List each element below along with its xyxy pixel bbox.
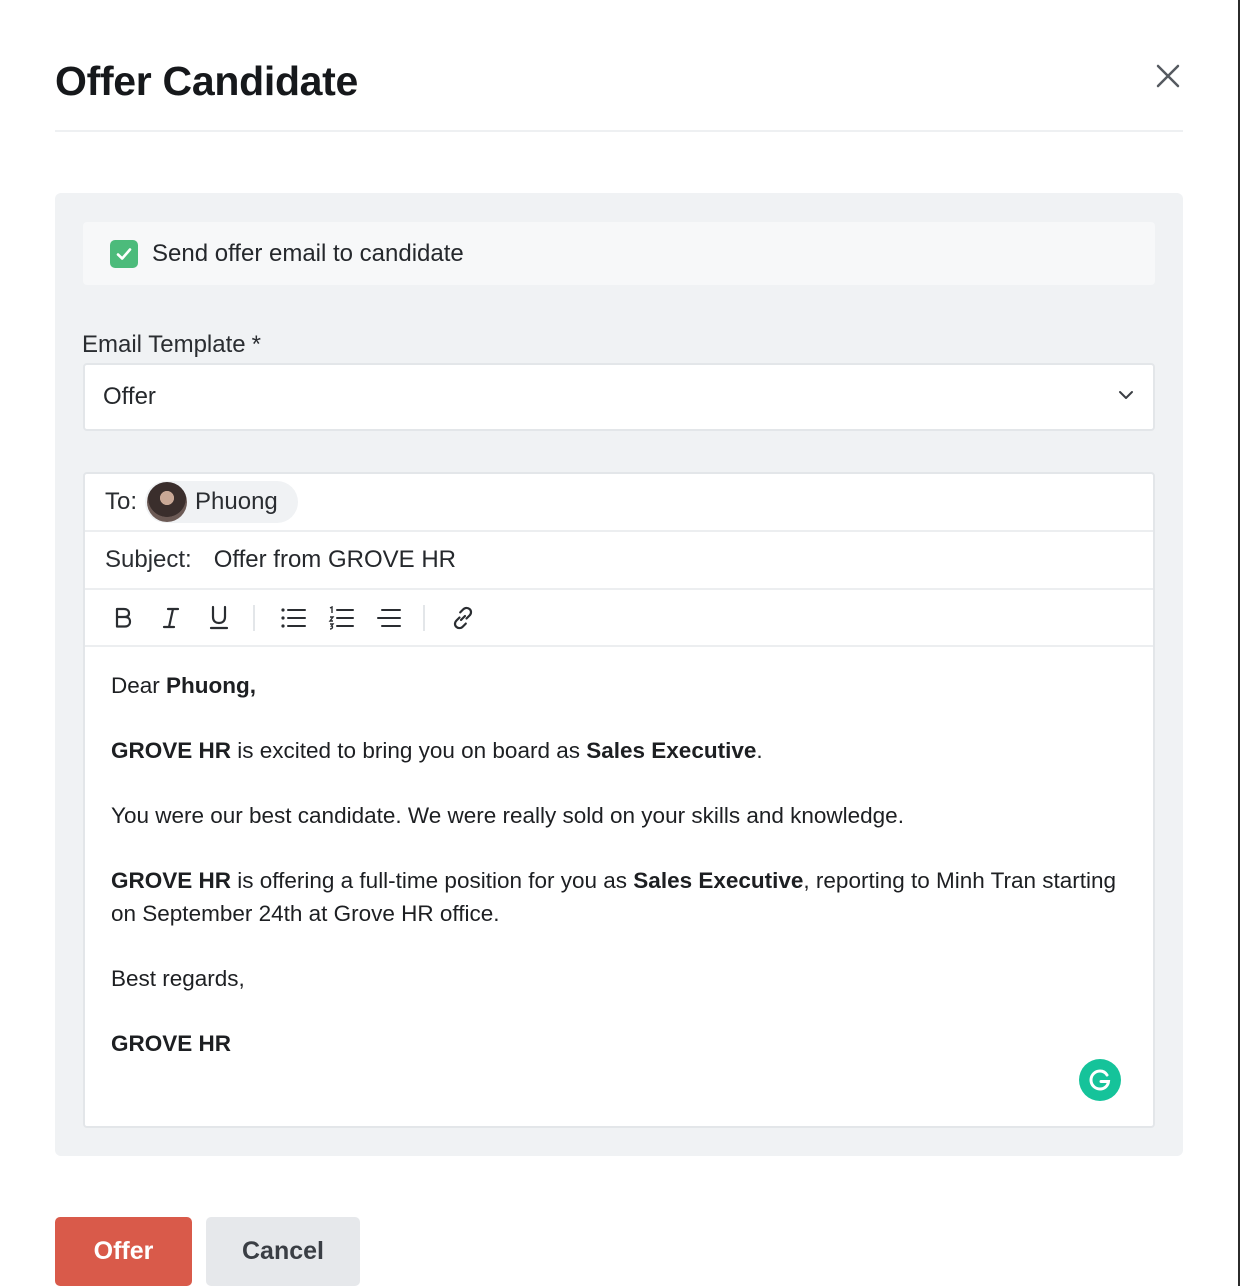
- greeting: Dear Phuong,: [111, 669, 1127, 702]
- role-name: Sales Executive: [633, 868, 804, 893]
- paragraph-1-text: is excited to bring you on board as: [231, 738, 587, 763]
- email-template-select[interactable]: Offer: [83, 363, 1155, 431]
- chevron-down-icon: [1117, 388, 1135, 406]
- editor-toolbar: [85, 590, 1153, 647]
- italic-icon[interactable]: [153, 600, 189, 636]
- underline-icon[interactable]: [201, 600, 237, 636]
- paragraph-3: GROVE HR is offering a full-time positio…: [111, 864, 1127, 930]
- toolbar-divider: [253, 604, 255, 631]
- company-name: GROVE HR: [111, 868, 232, 893]
- email-template-label-text: Email Template: [82, 331, 246, 358]
- email-body-editor[interactable]: Dear Phuong, GROVE HR is excited to brin…: [85, 647, 1153, 1114]
- signature-text: GROVE HR: [111, 1031, 232, 1056]
- modal-title: Offer Candidate: [55, 58, 359, 104]
- header-divider: [55, 130, 1183, 132]
- paragraph-2: You were our best candidate. We were rea…: [111, 803, 904, 828]
- recipient-name: Phuong: [195, 488, 278, 515]
- subject-row[interactable]: Subject: Offer from GROVE HR: [85, 532, 1153, 590]
- send-offer-email-row[interactable]: Send offer email to candidate: [83, 222, 1155, 285]
- avatar: [147, 482, 188, 522]
- greeting-name: Phuong,: [166, 673, 257, 698]
- recipient-chip[interactable]: Phuong: [145, 481, 298, 523]
- role-name: Sales Executive: [586, 738, 757, 763]
- email-template-value: Offer: [103, 383, 156, 410]
- required-marker: *: [251, 331, 261, 358]
- to-row[interactable]: To: Phuong: [85, 474, 1153, 532]
- send-email-checkbox[interactable]: [110, 239, 138, 268]
- paragraph-1-end: .: [756, 738, 763, 763]
- email-composer: To: Phuong Subject: Offer from GROVE HR: [83, 472, 1155, 1128]
- company-name: GROVE HR: [111, 738, 232, 763]
- signature: GROVE HR: [111, 1027, 1127, 1060]
- to-label: To:: [105, 488, 138, 515]
- cancel-button[interactable]: Cancel: [206, 1217, 360, 1286]
- closing: Best regards,: [111, 966, 245, 991]
- link-icon[interactable]: [445, 600, 481, 636]
- subject-input[interactable]: Offer from GROVE HR: [214, 546, 456, 574]
- bold-icon[interactable]: [105, 600, 141, 636]
- align-icon[interactable]: [371, 600, 407, 636]
- subject-label: Subject:: [105, 546, 192, 573]
- email-template-label: Email Template *: [82, 331, 261, 359]
- close-icon[interactable]: [1150, 58, 1186, 94]
- paragraph-1: GROVE HR is excited to bring you on boar…: [111, 734, 1127, 767]
- send-email-label: Send offer email to candidate: [152, 239, 464, 267]
- offer-candidate-modal: Offer Candidate Send offer email to cand…: [0, 0, 1240, 1286]
- greeting-prefix: Dear: [111, 673, 167, 698]
- offer-form-panel: Send offer email to candidate Email Temp…: [55, 193, 1183, 1156]
- numbered-list-icon[interactable]: [323, 600, 359, 636]
- toolbar-divider: [423, 604, 425, 631]
- grammarly-icon[interactable]: [1079, 1059, 1121, 1101]
- bullet-list-icon[interactable]: [275, 600, 311, 636]
- paragraph-3-text: is offering a full-time position for you…: [231, 868, 634, 893]
- offer-button[interactable]: Offer: [55, 1217, 192, 1286]
